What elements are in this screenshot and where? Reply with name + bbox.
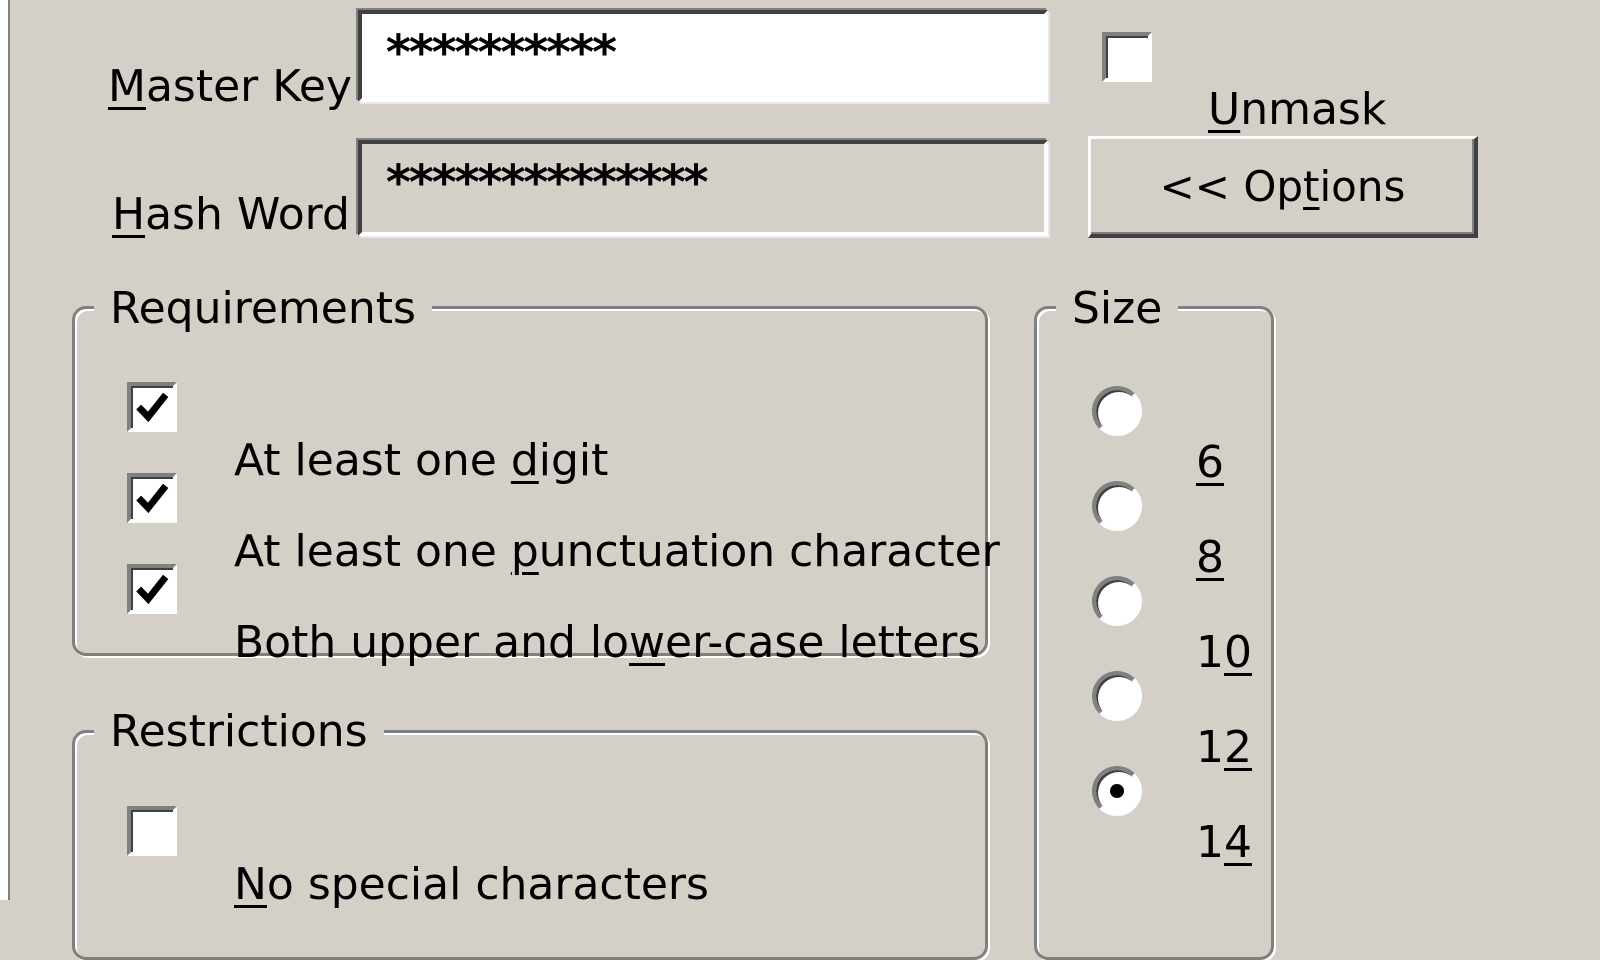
master-key-label-text: aster Key: [145, 61, 353, 112]
punctuation-label[interactable]: At least one punctuation character: [206, 477, 1000, 577]
no-special-label-mnemonic: N: [233, 859, 267, 910]
digit-checkbox[interactable]: [127, 382, 177, 432]
unmask-label[interactable]: Unmask: [1180, 35, 1386, 135]
size-option-14-label[interactable]: 14: [1168, 768, 1252, 868]
options-button-label-before: << Op: [1159, 162, 1304, 211]
radio-selected-dot: [1110, 784, 1124, 798]
size-radio-8[interactable]: [1092, 481, 1142, 531]
size-8-mnemonic: 8: [1195, 532, 1224, 583]
size-6-mnemonic: 6: [1195, 437, 1224, 488]
hash-word-output[interactable]: **************: [358, 140, 1048, 236]
no-special-characters-checkbox[interactable]: [127, 806, 177, 856]
restrictions-group-title: Restrictions: [94, 707, 384, 757]
hash-word-label-mnemonic: H: [111, 189, 146, 240]
size-12-before: 1: [1195, 722, 1224, 773]
digit-label[interactable]: At least one digit: [206, 386, 608, 486]
size-14-mnemonic: 4: [1223, 817, 1252, 868]
mixed-case-checkbox[interactable]: [127, 564, 177, 614]
size-10-mnemonic: 0: [1223, 627, 1252, 678]
mixed-case-label-before: Both upper and lo: [233, 617, 630, 668]
size-radio-14[interactable]: [1092, 766, 1142, 816]
master-key-value: **********: [384, 25, 619, 81]
mixed-case-label-after: er-case letters: [665, 617, 981, 668]
size-radio-10[interactable]: [1092, 576, 1142, 626]
hash-word-label-text: ash Word: [145, 189, 350, 240]
master-key-label: Master Key: [80, 12, 352, 112]
size-12-mnemonic: 2: [1223, 722, 1252, 773]
master-key-label-mnemonic: M: [107, 61, 146, 112]
size-option-10-label[interactable]: 10: [1168, 578, 1252, 678]
punctuation-checkbox[interactable]: [127, 473, 177, 523]
check-icon: [136, 574, 169, 605]
size-radio-12[interactable]: [1092, 671, 1142, 721]
options-button[interactable]: << Op t ions: [1088, 136, 1478, 238]
size-10-before: 1: [1195, 627, 1224, 678]
check-icon: [136, 392, 169, 423]
window-left-edge: [0, 0, 10, 900]
hash-word-label: Hash Word: [84, 140, 350, 240]
size-option-8-label[interactable]: 8: [1168, 483, 1224, 583]
size-group-title: Size: [1056, 284, 1179, 334]
size-14-before: 1: [1195, 817, 1224, 868]
no-special-characters-label[interactable]: No special characters: [206, 810, 709, 910]
check-icon: [136, 483, 169, 514]
unmask-label-mnemonic: U: [1207, 84, 1241, 135]
unmask-checkbox[interactable]: [1102, 32, 1152, 82]
no-special-label-after: o special characters: [266, 859, 709, 910]
mixed-case-label[interactable]: Both upper and lower-case letters: [206, 568, 980, 668]
mixed-case-label-mnemonic: w: [629, 617, 666, 668]
hash-word-value: **************: [384, 155, 711, 211]
size-option-6-label[interactable]: 6: [1168, 388, 1224, 488]
unmask-label-text: nmask: [1240, 84, 1387, 135]
master-key-input[interactable]: **********: [358, 10, 1048, 102]
size-radio-6[interactable]: [1092, 386, 1142, 436]
options-button-label-mnemonic: t: [1303, 162, 1320, 211]
requirements-group-title: Requirements: [94, 284, 432, 334]
options-button-label-after: ions: [1319, 162, 1406, 211]
size-option-12-label[interactable]: 12: [1168, 673, 1252, 773]
